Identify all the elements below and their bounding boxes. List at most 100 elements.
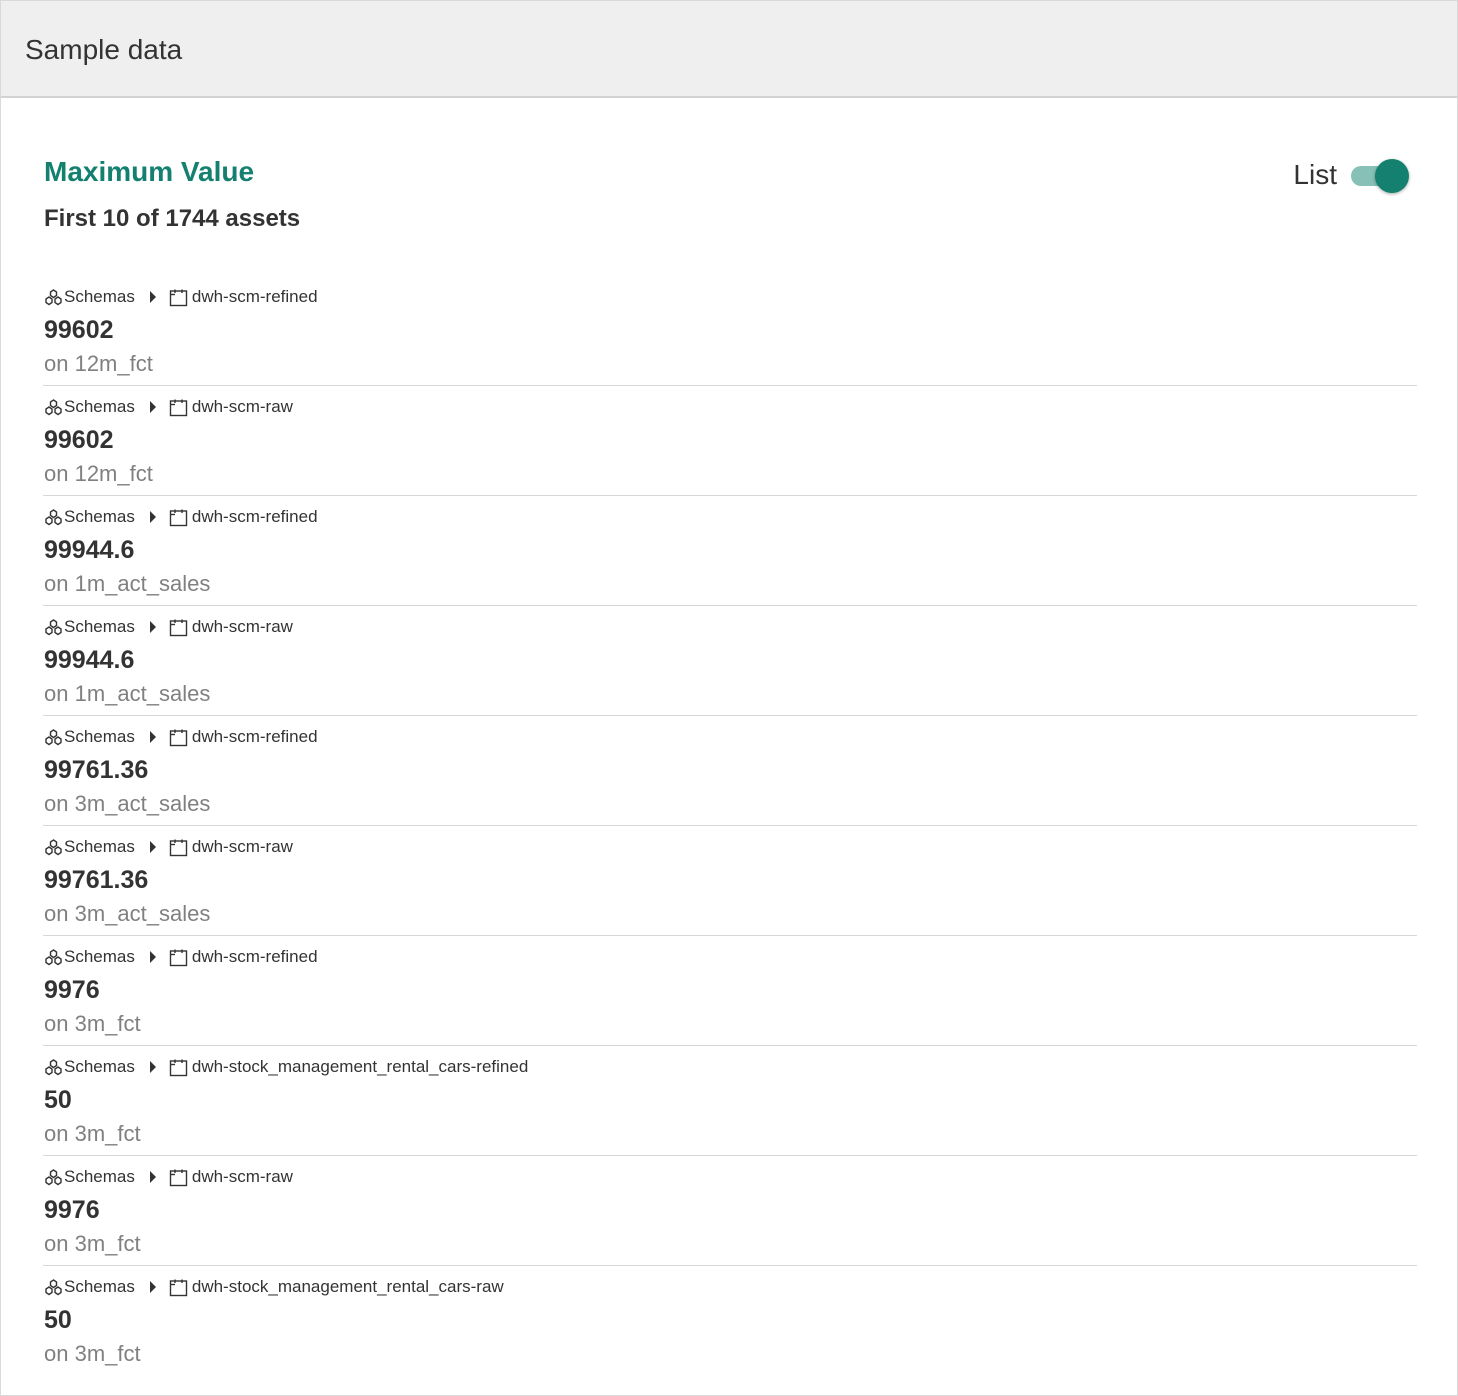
schemas-icon [44,288,63,307]
caret-right-icon [149,951,157,963]
schemas-icon [44,398,63,417]
schemas-icon [44,1278,63,1297]
max-value: 99761.36 [44,756,149,784]
breadcrumb-schemas-link[interactable]: Schemas [64,1277,135,1297]
list-item: Schemas dwh-scm-raw 99944.6 on 1m_act_sa… [43,606,1417,716]
caret-right-icon [149,731,157,743]
sample-data-panel: Sample data Maximum Value First 10 of 17… [0,0,1458,1396]
breadcrumb-schema-link[interactable]: dwh-stock_management_rental_cars-raw [192,1277,504,1297]
breadcrumb: Schemas dwh-scm-refined [44,946,318,968]
schema-table-icon [169,618,188,637]
breadcrumb: Schemas dwh-scm-raw [44,1166,293,1188]
max-value: 50 [44,1086,72,1114]
list-item: Schemas dwh-stock_management_rental_cars… [43,1046,1417,1156]
list-toggle-group: List [1293,158,1409,193]
column-reference: on 3m_fct [44,1231,141,1256]
breadcrumb-schemas-link[interactable]: Schemas [64,947,135,967]
breadcrumb-schemas-link[interactable]: Schemas [64,507,135,527]
breadcrumb-schema-link[interactable]: dwh-scm-refined [192,287,318,307]
caret-right-icon [149,291,157,303]
breadcrumb-schema-link[interactable]: dwh-scm-refined [192,947,318,967]
schemas-icon [44,838,63,857]
breadcrumb: Schemas dwh-stock_management_rental_cars… [44,1276,504,1298]
breadcrumb: Schemas dwh-scm-refined [44,506,318,528]
schema-table-icon [169,508,188,527]
max-value: 50 [44,1306,72,1334]
max-value: 9976 [44,1196,100,1224]
breadcrumb-schemas-link[interactable]: Schemas [64,1167,135,1187]
column-reference: on 12m_fct [44,461,153,486]
column-reference: on 3m_fct [44,1121,141,1146]
list-item: Schemas dwh-scm-refined 99761.36 on 3m_a… [43,716,1417,826]
caret-right-icon [149,1061,157,1073]
list-item: Schemas dwh-scm-raw 99602 on 12m_fct [43,386,1417,496]
max-value: 99602 [44,426,114,454]
breadcrumb-schema-link[interactable]: dwh-scm-refined [192,727,318,747]
breadcrumb-schema-link[interactable]: dwh-scm-raw [192,397,293,417]
max-value: 99761.36 [44,866,149,894]
schemas-icon [44,1168,63,1187]
column-reference: on 3m_act_sales [44,901,211,926]
toggle-knob[interactable] [1375,159,1409,193]
caret-right-icon [149,841,157,853]
schema-table-icon [169,1168,188,1187]
breadcrumb: Schemas dwh-scm-refined [44,286,318,308]
breadcrumb: Schemas dwh-scm-raw [44,396,293,418]
caret-right-icon [149,1171,157,1183]
list-toggle-label: List [1293,159,1337,190]
breadcrumb-schema-link[interactable]: dwh-scm-raw [192,837,293,857]
column-reference: on 1m_act_sales [44,681,211,706]
max-value: 9976 [44,976,100,1004]
breadcrumb-schema-link[interactable]: dwh-stock_management_rental_cars-refined [192,1057,528,1077]
schemas-icon [44,948,63,967]
schema-table-icon [169,948,188,967]
max-value: 99944.6 [44,646,135,674]
schema-table-icon [169,838,188,857]
list-item: Schemas dwh-scm-refined 9976 on 3m_fct [43,936,1417,1046]
schemas-icon [44,728,63,747]
column-reference: on 3m_act_sales [44,791,211,816]
max-value: 99944.6 [44,536,135,564]
breadcrumb: Schemas dwh-scm-refined [44,726,318,748]
schema-table-icon [169,728,188,747]
breadcrumb-schemas-link[interactable]: Schemas [64,397,135,417]
column-reference: on 1m_act_sales [44,571,211,596]
caret-right-icon [149,1281,157,1293]
assets-count: First 10 of 1744 assets [44,205,301,232]
list-toggle[interactable] [1351,158,1409,193]
caret-right-icon [149,621,157,633]
column-reference: on 12m_fct [44,351,153,376]
schema-table-icon [169,1058,188,1077]
schema-table-icon [169,398,188,417]
breadcrumb-schema-link[interactable]: dwh-scm-refined [192,507,318,527]
caret-right-icon [149,511,157,523]
section-title: Maximum Value [44,156,255,187]
panel-title: Sample data [25,33,183,65]
panel-header: Sample data [1,1,1457,98]
breadcrumb-schemas-link[interactable]: Schemas [64,837,135,857]
schema-table-icon [169,1278,188,1297]
breadcrumb: Schemas dwh-stock_management_rental_cars… [44,1056,528,1078]
breadcrumb-schemas-link[interactable]: Schemas [64,1057,135,1077]
max-value: 99602 [44,316,114,344]
list-item: Schemas dwh-stock_management_rental_cars… [43,1266,1417,1376]
column-reference: on 3m_fct [44,1011,141,1036]
breadcrumb-schemas-link[interactable]: Schemas [64,617,135,637]
list-item: Schemas dwh-scm-refined 99944.6 on 1m_ac… [43,496,1417,606]
schemas-icon [44,508,63,527]
caret-right-icon [149,401,157,413]
schemas-icon [44,1058,63,1077]
breadcrumb-schemas-link[interactable]: Schemas [64,287,135,307]
list-item: Schemas dwh-scm-raw 9976 on 3m_fct [43,1156,1417,1266]
breadcrumb-schemas-link[interactable]: Schemas [64,727,135,747]
schema-table-icon [169,288,188,307]
breadcrumb-schema-link[interactable]: dwh-scm-raw [192,617,293,637]
column-reference: on 3m_fct [44,1341,141,1366]
list-item: Schemas dwh-scm-refined 99602 on 12m_fct [43,276,1417,386]
breadcrumb: Schemas dwh-scm-raw [44,836,293,858]
breadcrumb-schema-link[interactable]: dwh-scm-raw [192,1167,293,1187]
schemas-icon [44,618,63,637]
asset-list: Schemas dwh-scm-refined 99602 on 12m_fct [43,276,1417,1376]
breadcrumb: Schemas dwh-scm-raw [44,616,293,638]
list-item: Schemas dwh-scm-raw 99761.36 on 3m_act_s… [43,826,1417,936]
